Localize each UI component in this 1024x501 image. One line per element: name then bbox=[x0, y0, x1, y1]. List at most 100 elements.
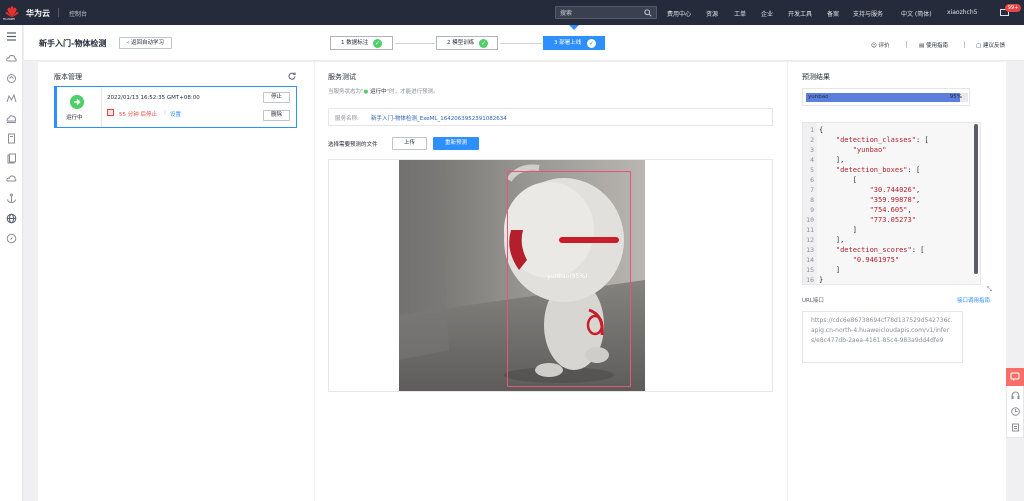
chat-button[interactable] bbox=[1006, 368, 1024, 386]
delete-button[interactable]: 删除 bbox=[263, 110, 290, 121]
divider bbox=[964, 41, 965, 48]
re-predict-button[interactable]: 重新预测 bbox=[433, 137, 479, 150]
panel-title: 版本管理 bbox=[54, 73, 82, 81]
check-icon: ✓ bbox=[479, 39, 488, 48]
step-connector bbox=[395, 43, 435, 44]
clock-icon[interactable] bbox=[1011, 407, 1020, 416]
cloud-sync-icon[interactable] bbox=[6, 73, 17, 84]
url-label: URL接口 bbox=[802, 298, 824, 304]
divider: | bbox=[164, 110, 166, 116]
line-number: 5 bbox=[810, 166, 814, 174]
stop-button[interactable]: 停止 bbox=[263, 92, 290, 103]
line-number: 6 bbox=[810, 176, 814, 184]
nav-support[interactable]: 支持与服务 bbox=[853, 9, 883, 18]
service-name-value[interactable]: 新手入门-物体检测_ExeML_1642063952391082634 bbox=[371, 114, 507, 122]
page-header: 新手入门-物体检测 ‹ 返回自动学习 1 数据标注 ✓ 2 模型训练 ✓ 3 部… bbox=[24, 25, 1024, 61]
line-number: 11 bbox=[806, 226, 814, 234]
step-deploy-online[interactable]: 3 部署上线 ✓ bbox=[543, 36, 605, 50]
nav-billing-center[interactable]: 费用中心 bbox=[667, 9, 691, 18]
confidence-bar-track: yunbao 95% bbox=[806, 93, 968, 102]
nav-enterprise[interactable]: 企业 bbox=[761, 9, 773, 18]
auto-stop-setting-link[interactable]: 设置 bbox=[170, 110, 181, 118]
code-scrollbar[interactable] bbox=[974, 124, 978, 274]
search-icon[interactable] bbox=[644, 9, 652, 17]
code-line: ] bbox=[819, 266, 841, 274]
code-line: "0.9461975" bbox=[852, 256, 900, 264]
rate-action[interactable]: ☺ 评价 bbox=[871, 41, 890, 49]
language-selector[interactable]: 中文 (简体) bbox=[901, 9, 932, 18]
step-label: 3 部署上线 bbox=[554, 40, 582, 46]
file-select-label: 选择需要预测的文件 bbox=[328, 142, 378, 148]
feedback-action[interactable]: ▢ 建议反馈 bbox=[976, 41, 1005, 49]
version-card[interactable]: 运行中 2022/01/13 16:52:35 GMT+08:00 55 分钟 … bbox=[54, 86, 297, 128]
code-line: "359.99878", bbox=[869, 196, 921, 204]
anchor-icon[interactable] bbox=[6, 193, 17, 204]
headset-icon[interactable] bbox=[1011, 391, 1020, 400]
user-guide-action[interactable]: ▤ 使用指南 bbox=[919, 41, 948, 49]
top-navigation-bar: HUAWEI 华为云 控制台 费用中心 资源 工单 企业 开发工具 备案 支持与… bbox=[0, 0, 1024, 25]
api-url-box[interactable]: https://cdc6e86738694cf78d137529d542736c… bbox=[802, 311, 963, 363]
line-number: 7 bbox=[810, 186, 814, 194]
compass-icon[interactable] bbox=[6, 233, 17, 244]
code-line: "30.744026", bbox=[869, 186, 921, 194]
uploaded-image: yunbao(95%) bbox=[399, 160, 645, 391]
check-icon: ✓ bbox=[373, 39, 382, 48]
line-number: 2 bbox=[810, 136, 814, 144]
cloud-server-icon[interactable] bbox=[6, 53, 17, 64]
code-line: "yunbao" bbox=[852, 146, 887, 154]
analytics-icon[interactable] bbox=[6, 93, 17, 104]
user-account[interactable]: xiaozhch5 bbox=[947, 9, 977, 16]
back-button-label: 返回自动学习 bbox=[130, 40, 164, 46]
service-name-box: 服务名称: 新手入门-物体检测_ExeML_164206395239108263… bbox=[328, 108, 773, 126]
panel-title: 预测结果 bbox=[802, 73, 830, 81]
brand-name[interactable]: 华为云 bbox=[26, 8, 50, 19]
status-label: 运行中 bbox=[66, 115, 83, 121]
console-link[interactable]: 控制台 bbox=[69, 9, 87, 18]
confidence-bar-container: yunbao 95% bbox=[802, 88, 970, 106]
line-number: 1 bbox=[810, 126, 814, 134]
mail-count-badge: 99+ bbox=[1005, 4, 1021, 12]
detection-label: yunbao(95%) bbox=[547, 273, 588, 280]
global-search[interactable] bbox=[555, 6, 657, 19]
refresh-icon[interactable] bbox=[288, 72, 296, 80]
page-title: 新手入门-物体检测 bbox=[39, 39, 107, 48]
resize-handle-icon[interactable]: ⤡ bbox=[987, 286, 992, 294]
code-line: [ bbox=[819, 176, 857, 184]
database-icon[interactable] bbox=[6, 133, 17, 144]
back-to-auto-learning-button[interactable]: ‹ 返回自动学习 bbox=[119, 37, 172, 49]
guide-icon: ▤ bbox=[919, 43, 926, 49]
line-number: 15 bbox=[806, 266, 814, 274]
active-step-caret bbox=[569, 25, 579, 30]
step-data-labeling[interactable]: 1 数据标注 ✓ bbox=[330, 36, 393, 50]
api-call-guide-link[interactable]: 接口调用指南 bbox=[957, 296, 990, 304]
divider bbox=[58, 8, 59, 17]
nav-icp-filing[interactable]: 备案 bbox=[827, 9, 839, 18]
code-line: "detection_scores": [ bbox=[835, 246, 925, 254]
service-status-hint: 当服务状态为"● 运行中"时，才能进行预测。 bbox=[328, 87, 439, 95]
globe-icon[interactable] bbox=[6, 213, 17, 224]
running-arrow-icon bbox=[70, 95, 84, 109]
line-number: 13 bbox=[806, 246, 814, 254]
cloud-storage-icon[interactable] bbox=[6, 113, 17, 124]
code-line: { bbox=[819, 126, 824, 134]
line-number: 8 bbox=[810, 196, 814, 204]
json-result-viewer[interactable]: 1 {2 "detection_classes": [3 "yunbao" 4 ],… bbox=[802, 122, 981, 285]
nav-resources[interactable]: 资源 bbox=[706, 9, 718, 18]
code-line: "773.05273" bbox=[869, 216, 916, 224]
chat-icon bbox=[1010, 372, 1020, 381]
timer-icon bbox=[107, 109, 114, 116]
cloud-icon[interactable] bbox=[6, 173, 17, 184]
nav-tickets[interactable]: 工单 bbox=[734, 9, 746, 18]
document-icon[interactable] bbox=[6, 153, 17, 164]
nav-dev-tools[interactable]: 开发工具 bbox=[788, 9, 812, 18]
service-name-label: 服务名称: bbox=[335, 116, 359, 122]
upload-button[interactable]: 上传 bbox=[392, 137, 427, 150]
menu-icon[interactable] bbox=[6, 31, 17, 42]
search-input[interactable] bbox=[560, 9, 640, 17]
line-number: 4 bbox=[810, 156, 814, 164]
logo-text: HUAWEI bbox=[3, 17, 16, 21]
note-icon[interactable] bbox=[1011, 423, 1020, 432]
step-model-training[interactable]: 2 模型训练 ✓ bbox=[436, 36, 498, 50]
check-icon: ✓ bbox=[587, 39, 596, 48]
version-timestamp: 2022/01/13 16:52:35 GMT+08:00 bbox=[107, 95, 200, 101]
